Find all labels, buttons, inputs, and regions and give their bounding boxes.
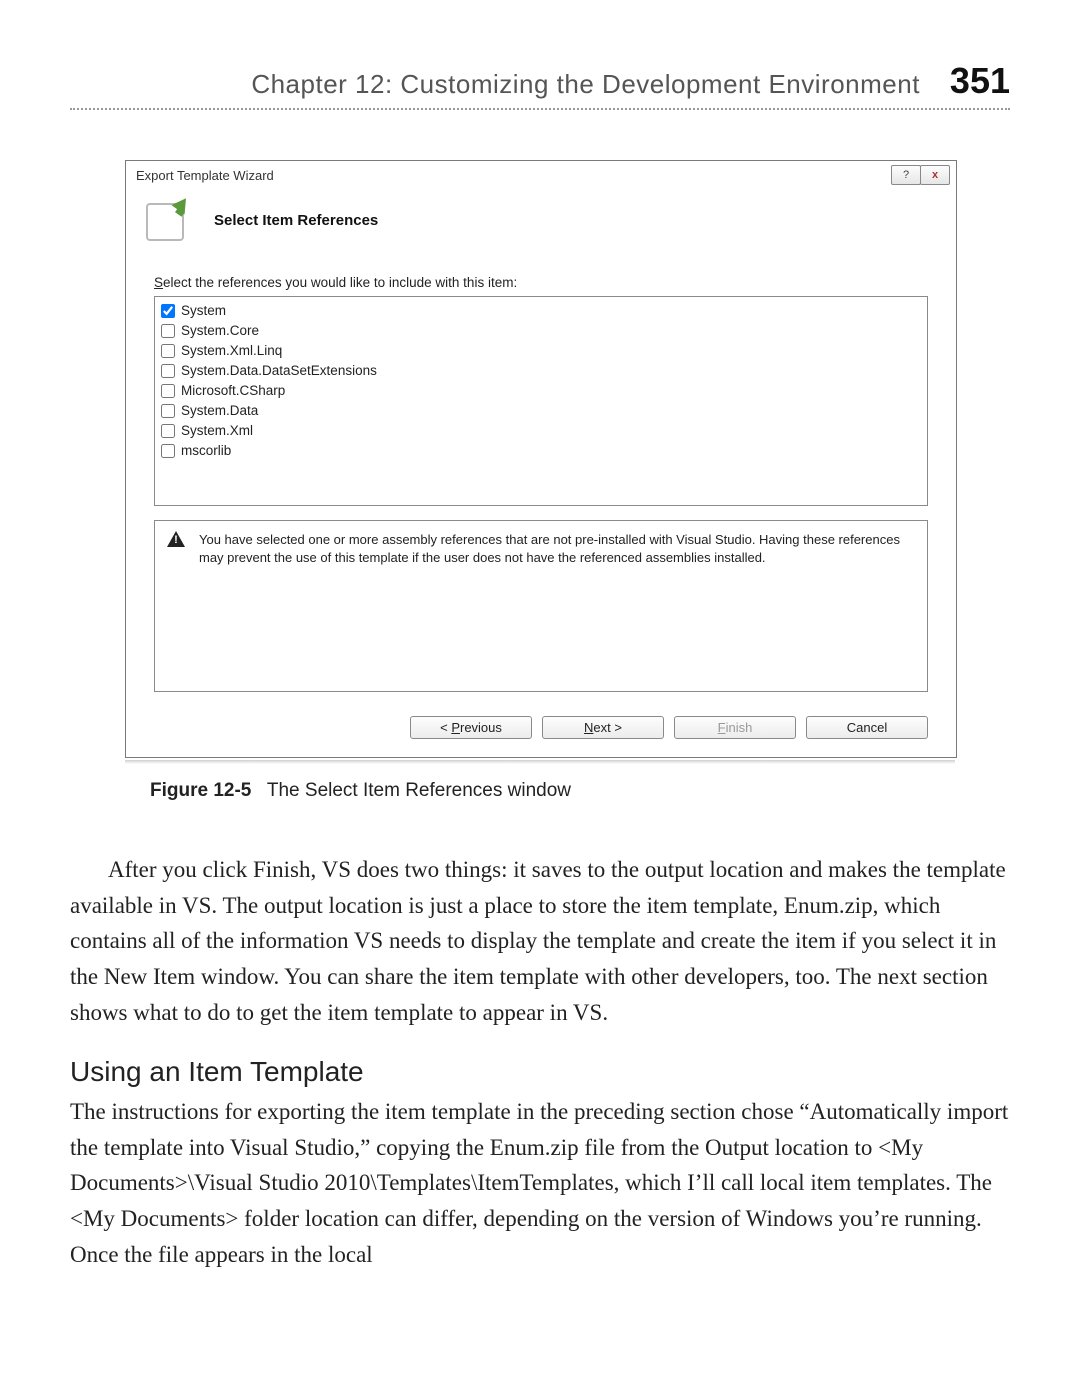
reference-label: System.Data xyxy=(181,401,258,421)
reference-label: System.Xml.Linq xyxy=(181,341,282,361)
figure-caption: Figure 12-5 The Select Item References w… xyxy=(150,780,1010,802)
reference-checkbox[interactable] xyxy=(161,324,175,338)
wizard-banner-icon xyxy=(144,197,190,243)
reference-checkbox[interactable] xyxy=(161,304,175,318)
finish-button: Finish xyxy=(674,716,796,739)
figure-label: Figure 12-5 xyxy=(150,780,251,801)
running-head: Chapter 12: Customizing the Development … xyxy=(70,60,1010,110)
reference-label: System.Xml xyxy=(181,421,253,441)
cancel-button[interactable]: Cancel xyxy=(806,716,928,739)
reference-item[interactable]: System.Xml.Linq xyxy=(161,341,921,361)
warning-text: You have selected one or more assembly r… xyxy=(199,531,915,681)
help-icon[interactable]: ? xyxy=(891,165,921,185)
wizard-step-heading: Select Item References xyxy=(214,212,378,229)
reference-item[interactable]: System.Core xyxy=(161,321,921,341)
reference-checkbox[interactable] xyxy=(161,404,175,418)
page-number: 351 xyxy=(950,60,1010,102)
previous-button[interactable]: < Previous xyxy=(410,716,532,739)
warning-icon: ! xyxy=(167,531,185,549)
reference-label: Microsoft.CSharp xyxy=(181,381,285,401)
next-button[interactable]: Next > xyxy=(542,716,664,739)
reference-checkbox[interactable] xyxy=(161,344,175,358)
reference-checkbox[interactable] xyxy=(161,444,175,458)
reference-item[interactable]: System.Data.DataSetExtensions xyxy=(161,361,921,381)
subheading: Using an Item Template xyxy=(70,1056,1010,1088)
reference-label: System.Data.DataSetExtensions xyxy=(181,361,377,381)
reference-item[interactable]: System.Data xyxy=(161,401,921,421)
reference-checkbox[interactable] xyxy=(161,424,175,438)
body-text: After you click Finish, VS does two thin… xyxy=(70,852,1010,1272)
wizard-button-bar: < Previous Next > Finish Cancel xyxy=(126,704,956,757)
warning-panel: ! You have selected one or more assembly… xyxy=(154,520,928,692)
paragraph: The instructions for exporting the item … xyxy=(70,1094,1010,1272)
reference-label: System xyxy=(181,301,226,321)
screenshot: Export Template Wizard ? x Select Item R… xyxy=(125,160,955,764)
window-title: Export Template Wizard xyxy=(136,168,274,183)
references-prompt: Select the references you would like to … xyxy=(154,275,928,290)
title-bar: Export Template Wizard ? x xyxy=(126,161,956,185)
reference-label: mscorlib xyxy=(181,441,231,461)
reference-item[interactable]: System.Xml xyxy=(161,421,921,441)
references-listbox[interactable]: System System.Core System.Xml.Linq Syste… xyxy=(154,296,928,506)
chapter-title: Chapter 12: Customizing the Development … xyxy=(251,69,920,100)
reference-checkbox[interactable] xyxy=(161,364,175,378)
paragraph: After you click Finish, VS does two thin… xyxy=(70,852,1010,1030)
reference-item[interactable]: Microsoft.CSharp xyxy=(161,381,921,401)
reference-item[interactable]: mscorlib xyxy=(161,441,921,461)
export-template-wizard-dialog: Export Template Wizard ? x Select Item R… xyxy=(125,160,957,758)
reference-checkbox[interactable] xyxy=(161,384,175,398)
reference-label: System.Core xyxy=(181,321,259,341)
reference-item[interactable]: System xyxy=(161,301,921,321)
figure-caption-text: The Select Item References window xyxy=(267,780,571,801)
wizard-banner: Select Item References xyxy=(126,185,956,267)
close-icon[interactable]: x xyxy=(920,165,950,185)
